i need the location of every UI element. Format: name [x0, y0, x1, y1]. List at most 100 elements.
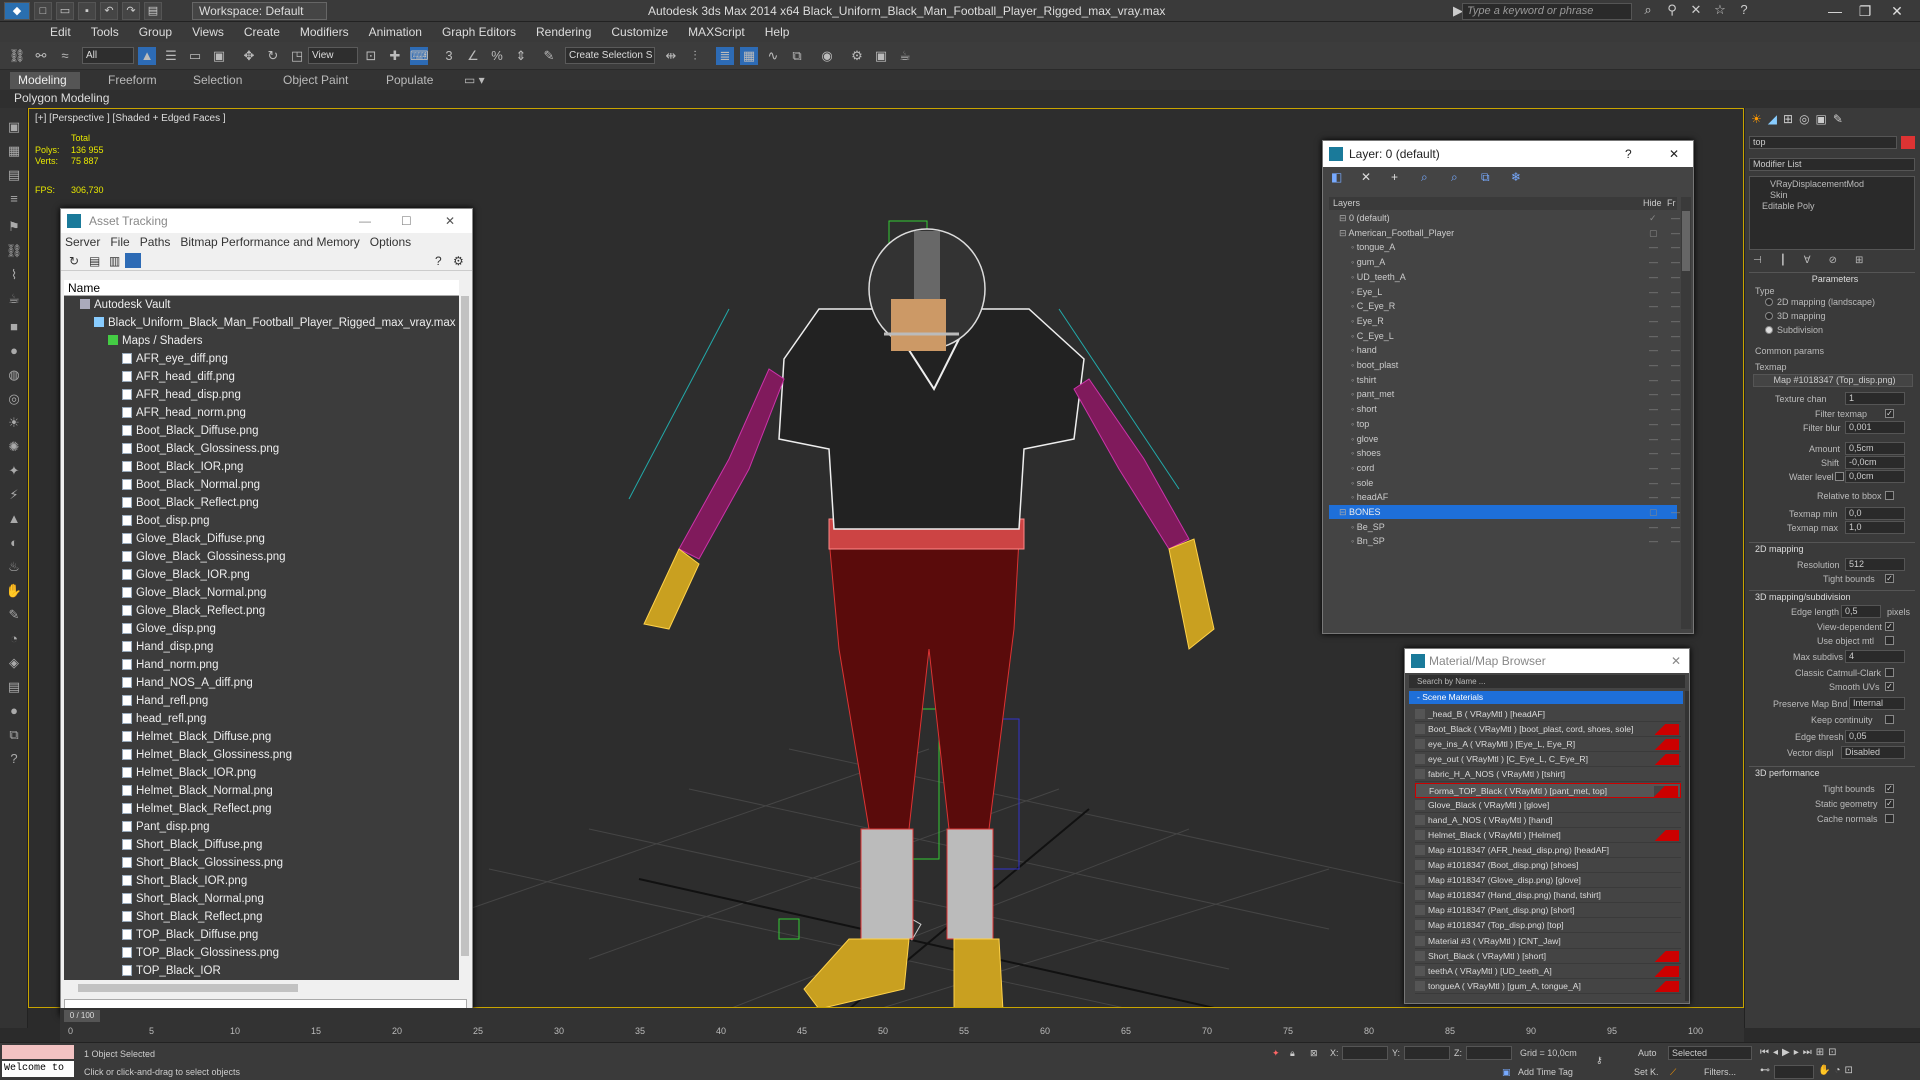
list-item[interactable]: Short_Black_Reflect.png [64, 908, 462, 926]
maxscript-listener[interactable]: Welcome to [2, 1061, 74, 1077]
close-icon[interactable]: ✕ [1669, 141, 1679, 167]
hide-toggle-icon[interactable]: — [1649, 270, 1658, 284]
material-row[interactable]: eye_out ( VRayMtl ) [C_Eye_L, C_Eye_R] [1415, 752, 1681, 768]
list-item[interactable]: TOP_Black_Diffuse.png [64, 926, 462, 944]
material-search-input[interactable]: Search by Name ... [1409, 675, 1685, 688]
view-dependent-checkbox[interactable]: ✓ [1885, 622, 1894, 631]
column-name[interactable]: Name [64, 280, 462, 296]
list-item-maps[interactable]: Maps / Shaders [64, 332, 462, 350]
material-scrollbar[interactable] [1685, 691, 1689, 1001]
select-manipulate-icon[interactable]: ✚ [386, 47, 404, 65]
layer-row[interactable]: ◦ C_Eye_R — — [1329, 299, 1680, 313]
vector-displ-dropdown[interactable]: Disabled [1841, 746, 1905, 759]
close-icon[interactable]: ✕ [1671, 649, 1681, 673]
hide-toggle-icon[interactable]: — [1649, 343, 1658, 357]
list-item[interactable]: head_refl.png [64, 710, 462, 728]
material-editor-icon[interactable]: ◉ [818, 47, 836, 65]
save-file-icon[interactable]: ▪ [78, 2, 96, 20]
stack-item-vray-displacement[interactable]: VRayDisplacementMod [1770, 179, 1864, 189]
set-key-button[interactable]: Set K. [1634, 1067, 1659, 1077]
freeze-toggle-icon[interactable]: — [1671, 446, 1680, 460]
cache-normals-checkbox[interactable] [1885, 814, 1894, 823]
material-row[interactable]: Map #1018347 (Hand_disp.png) [hand, tshi… [1415, 888, 1681, 904]
delete-layer-icon[interactable]: ✕ [1361, 170, 1371, 184]
torus-icon[interactable]: ◎ [5, 390, 23, 408]
unlink-icon[interactable]: ⚯ [32, 47, 50, 65]
binoculars-icon[interactable]: ⌕ [1640, 2, 1656, 18]
material-row[interactable]: Map #1018347 (Boot_disp.png) [shoes] [1415, 858, 1681, 873]
key-mode-icon[interactable]: ⊷ [1760, 1065, 1770, 1079]
select-by-name-icon[interactable]: ☰ [162, 47, 180, 65]
maximize-icon[interactable]: ☐ [401, 209, 412, 233]
filter-texmap-checkbox[interactable]: ✓ [1885, 409, 1894, 418]
field-of-view-icon[interactable]: ⊡ [1828, 1047, 1836, 1061]
texture-icon[interactable]: ▦ [5, 142, 23, 160]
curve-editor-icon[interactable]: ∿ [764, 47, 782, 65]
list-item[interactable]: Short_Black_Normal.png [64, 890, 462, 908]
relative-bbox-checkbox[interactable] [1885, 491, 1894, 500]
hide-toggle-icon[interactable]: — [1649, 402, 1658, 416]
use-object-mtl-checkbox[interactable] [1885, 636, 1894, 645]
layer-row[interactable]: ◦ UD_teeth_A — — [1329, 270, 1680, 284]
add-layer-icon[interactable]: + [1391, 170, 1398, 184]
render-setup-icon[interactable]: ⚙ [848, 47, 866, 65]
keyword-search-input[interactable]: Type a keyword or phrase [1462, 3, 1632, 20]
material-row[interactable]: Forma_TOP_Black ( VRayMtl ) [pant_met, t… [1415, 782, 1681, 798]
paint-icon[interactable]: ✎ [5, 606, 23, 624]
smooth-uvs-checkbox[interactable]: ✓ [1885, 682, 1894, 691]
new-file-icon[interactable]: □ [34, 2, 52, 20]
utilities-tab-icon[interactable]: ✎ [1833, 112, 1843, 128]
settings-icon[interactable]: ⚙ [453, 254, 464, 268]
list-item[interactable]: Boot_Black_IOR.png [64, 458, 462, 476]
selection-filter-dropdown[interactable]: All [82, 47, 134, 64]
display-tab-icon[interactable]: ▣ [1816, 112, 1827, 128]
keep-continuity-checkbox[interactable] [1885, 715, 1894, 724]
list-item[interactable]: Helmet_Black_IOR.png [64, 764, 462, 782]
hide-toggle-icon[interactable]: ▢ [1649, 226, 1658, 240]
material-row[interactable]: Map #1018347 (Pant_disp.png) [short] [1415, 903, 1681, 919]
minimize-icon[interactable]: — [359, 209, 371, 233]
water-level-spinner[interactable]: 0,0cm [1845, 470, 1905, 483]
list-item-max-file[interactable]: Black_Uniform_Black_Man_Football_Player_… [64, 314, 462, 332]
hide-all-icon[interactable]: ⧉ [1481, 170, 1490, 185]
stack-item-skin[interactable]: Skin [1770, 190, 1788, 200]
layer-row[interactable]: ◦ gum_A — — [1329, 255, 1680, 269]
freeze-toggle-icon[interactable]: — [1671, 387, 1680, 401]
list-item[interactable]: Glove_Black_Glossiness.png [64, 548, 462, 566]
freeze-toggle-icon[interactable]: — [1671, 314, 1680, 328]
particle-icon[interactable]: ✦ [5, 462, 23, 480]
layer-row[interactable]: ◦ hand — — [1329, 343, 1680, 357]
tab-populate[interactable]: Populate [378, 72, 441, 89]
scale-icon[interactable]: ◳ [288, 47, 306, 65]
lock-selection-icon[interactable]: 🔒︎ [1290, 1048, 1295, 1059]
walk-icon[interactable]: ⚑ [5, 218, 23, 236]
list-item[interactable]: Helmet_Black_Normal.png [64, 782, 462, 800]
freeze-toggle-icon[interactable]: — [1671, 226, 1680, 240]
menu-create[interactable]: Create [234, 22, 290, 42]
hide-toggle-icon[interactable]: — [1649, 329, 1658, 343]
list-item[interactable]: AFR_head_norm.png [64, 404, 462, 422]
tab-selection[interactable]: Selection [185, 72, 250, 89]
configure-sets-icon[interactable]: ⊞ [1855, 255, 1863, 267]
layer-row[interactable]: ◦ tshirt — — [1329, 373, 1680, 387]
freeze-toggle-icon[interactable]: — [1671, 534, 1680, 548]
current-frame-field[interactable] [1774, 1065, 1814, 1079]
layer-row[interactable]: ◦ C_Eye_L — — [1329, 329, 1680, 343]
texmap-max-spinner[interactable]: 1,0 [1845, 521, 1905, 534]
list-item[interactable]: TOP_Black_Glossiness.png [64, 944, 462, 962]
refresh-icon[interactable]: ↻ [69, 254, 79, 268]
named-selection-dropdown[interactable]: Create Selection S [565, 47, 655, 64]
layer-row[interactable]: ◦ Eye_R — — [1329, 314, 1680, 328]
list-item[interactable]: AFR_head_diff.png [64, 368, 462, 386]
graphite-ribbon-icon[interactable]: ▦ [740, 47, 758, 65]
list-item[interactable]: Boot_Black_Diffuse.png [64, 422, 462, 440]
freeze-toggle-icon[interactable]: — [1671, 461, 1680, 475]
goto-end-icon[interactable]: ⏭ [1803, 1047, 1812, 1061]
object-color-swatch[interactable] [1901, 136, 1915, 149]
select-link-icon[interactable]: ⛓ [8, 47, 26, 65]
layers-icon[interactable]: ≡ [5, 190, 23, 208]
auto-key-button[interactable]: Auto [1638, 1048, 1657, 1058]
edge-length-spinner[interactable]: 0,5 [1841, 605, 1881, 618]
y-coord-field[interactable] [1404, 1046, 1450, 1060]
isolate-icon[interactable]: ✦ [1272, 1048, 1280, 1059]
